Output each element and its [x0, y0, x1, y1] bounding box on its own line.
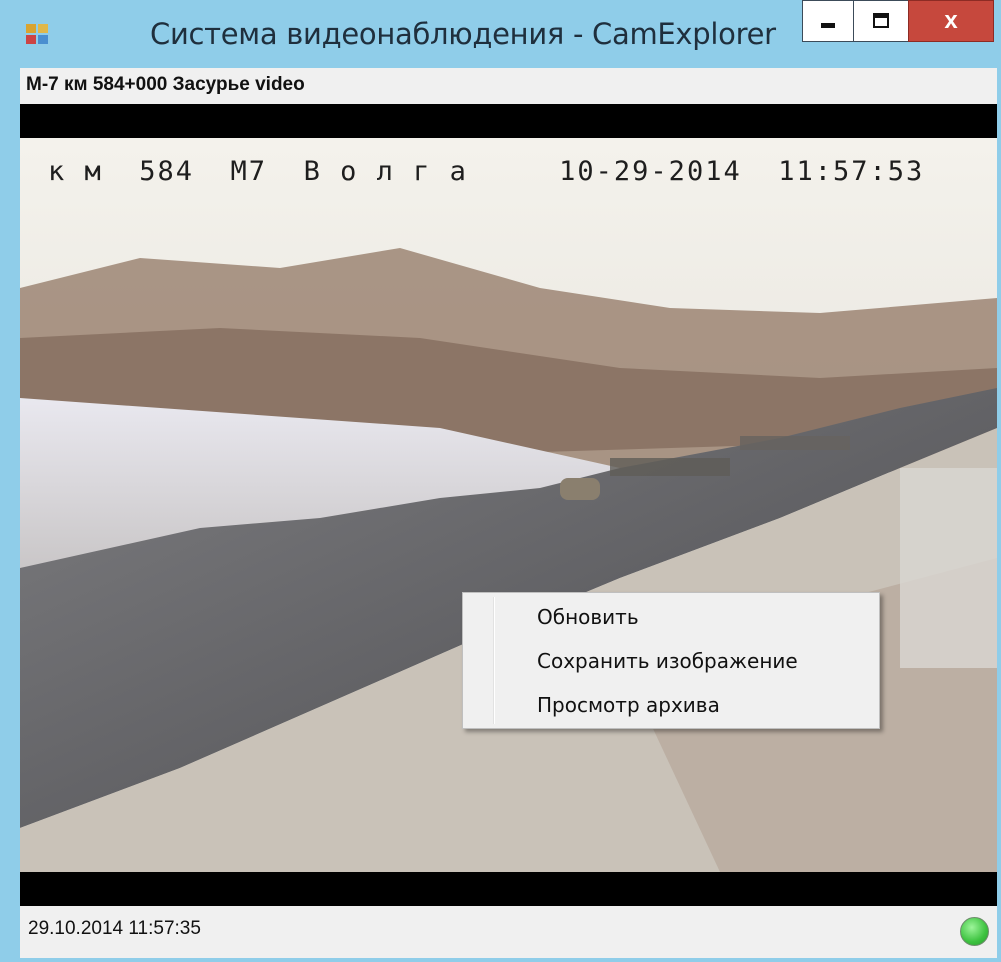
- client-area: M-7 км 584+000 Засурье video к м 584 М7 …: [20, 68, 997, 958]
- menu-item-refresh[interactable]: Обновить: [467, 597, 875, 637]
- connection-status-indicator: [960, 917, 989, 946]
- close-icon: x: [944, 7, 958, 34]
- status-bar: 29.10.2014 11:57:35: [20, 908, 997, 954]
- maximize-icon: [873, 13, 889, 28]
- app-window-icon: [26, 24, 48, 44]
- minimize-icon: [821, 23, 835, 28]
- title-bar[interactable]: Система видеонаблюдения - CamExplorer x: [0, 0, 1001, 66]
- video-osd-overlay: к м 584 М7 В о л г а 10-29-2014 11:57:53: [48, 156, 925, 187]
- camera-label: M-7 км 584+000 Засурье video: [26, 74, 305, 95]
- context-menu: Обновить Сохранить изображение Просмотр …: [462, 592, 880, 729]
- camera-frame: [20, 138, 997, 872]
- status-timestamp: 29.10.2014 11:57:35: [28, 918, 201, 939]
- close-button[interactable]: x: [908, 0, 994, 42]
- minimize-button[interactable]: [802, 0, 854, 42]
- window-title: Система видеонаблюдения - CamExplorer: [150, 17, 776, 51]
- menu-item-view-archive[interactable]: Просмотр архива: [467, 685, 875, 725]
- app-window: Система видеонаблюдения - CamExplorer x …: [0, 0, 1001, 962]
- menu-item-save-image[interactable]: Сохранить изображение: [467, 641, 875, 681]
- maximize-button[interactable]: [853, 0, 909, 42]
- video-view[interactable]: к м 584 М7 В о л г а 10-29-2014 11:57:53: [20, 104, 997, 906]
